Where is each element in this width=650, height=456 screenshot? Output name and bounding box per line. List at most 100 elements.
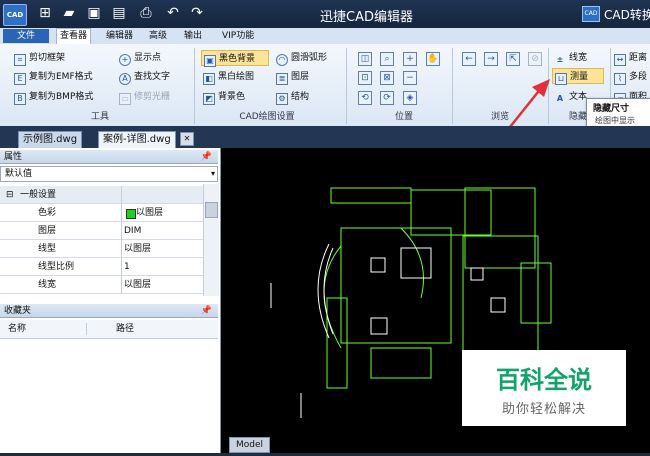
model-tab[interactable]: Model <box>229 437 271 453</box>
tab-editor[interactable]: 编辑器 <box>103 29 136 43</box>
copy-bmp-icon: B <box>14 93 26 105</box>
watermark-title: 百科全说 <box>496 366 592 394</box>
background-color-button[interactable]: ◩ 背景色 <box>203 89 245 105</box>
bw-drawing-button[interactable]: ◧ 黑白绘图 <box>203 69 254 85</box>
watermark: 百科全说 助你轻松解决 <box>462 350 626 426</box>
brand-text[interactable]: CAD转换 <box>604 6 650 23</box>
zoom-out-icon[interactable]: − <box>403 71 417 85</box>
distance-icon: ↔ <box>614 54 626 66</box>
distance-button[interactable]: ↔ 距离 <box>614 50 647 66</box>
doc-tab-example[interactable]: 示例图.dwg <box>18 131 83 148</box>
cad-white-block <box>400 247 432 279</box>
zoom-in-icon[interactable]: + <box>403 52 417 66</box>
scrollbar-thumb[interactable] <box>205 202 218 218</box>
ribbon-tab-bar: 文件 查看器 编辑器 高级 输出 VIP功能 <box>0 28 650 45</box>
favorites-header: 收藏夹 📌 <box>0 304 218 318</box>
doc-tab-case-detail[interactable]: 案例-详图.dwg <box>98 131 176 148</box>
crop-frame-button[interactable]: ⌗ 剪切框架 <box>14 50 65 66</box>
redo-icon[interactable]: ↷ <box>189 5 205 21</box>
save-as-icon[interactable]: ▤ <box>111 5 127 21</box>
copy-emf-button[interactable]: E 复制为EMF格式 <box>14 69 93 85</box>
new-icon[interactable]: ⊞ <box>37 5 53 21</box>
color-swatch <box>126 209 136 219</box>
line-width-button[interactable]: ± 线宽 <box>554 50 587 66</box>
save-icon[interactable]: ▣ <box>86 5 102 21</box>
cad-white-block <box>370 257 386 273</box>
property-row[interactable]: 线型比例 1 <box>0 258 203 276</box>
export-view-icon[interactable]: ⇱ <box>506 52 520 66</box>
cad-room <box>464 187 536 269</box>
tab-file[interactable]: 文件 <box>3 29 49 43</box>
cad-room <box>462 235 539 355</box>
tab-vip[interactable]: VIP功能 <box>219 29 257 43</box>
trim-raster-button[interactable]: ▭ 修剪光栅 <box>119 89 170 105</box>
properties-combo[interactable]: 默认值 ▾ <box>0 166 218 182</box>
tab-viewer[interactable]: 查看器 <box>56 28 92 45</box>
tab-advanced[interactable]: 高级 <box>146 29 170 43</box>
structure-icon: ⚙ <box>276 93 288 105</box>
find-text-icon: A <box>119 73 131 85</box>
copy-bmp-button[interactable]: B 复制为BMP格式 <box>14 89 93 105</box>
print-icon[interactable]: ⎙ <box>138 5 154 21</box>
property-row[interactable]: 色彩 以图层 <box>0 204 203 222</box>
copy-emf-icon: E <box>14 73 26 85</box>
show-points-button[interactable]: + 显示点 <box>119 50 161 66</box>
view-3d-icon[interactable]: ◈ <box>403 91 417 105</box>
next-arrow-icon[interactable]: → <box>484 52 498 66</box>
group-label-tools: 工具 <box>90 112 109 122</box>
smooth-arc-button[interactable]: ◠ 圆滑弧形 <box>276 50 327 66</box>
find-text-button[interactable]: A 查找文字 <box>119 69 170 85</box>
properties-scrollbar[interactable] <box>203 184 219 296</box>
favorites-column-header: 名称 路径 <box>0 320 218 339</box>
ribbon-separator <box>452 48 453 124</box>
watermark-subtitle: 助你轻松解决 <box>501 402 586 417</box>
layers-button[interactable]: ≣ 图层 <box>276 69 309 85</box>
black-background-toggle[interactable]: ▣ 黑色背景 <box>201 50 269 67</box>
close-tab-icon[interactable]: ✕ <box>180 132 194 146</box>
ribbon-separator <box>346 48 347 124</box>
prev-arrow-icon[interactable]: ← <box>462 52 476 66</box>
pan-hand-icon[interactable]: ✋ <box>426 52 440 66</box>
property-row[interactable]: 线型 以图层 <box>0 240 203 258</box>
smooth-arc-icon: ◠ <box>276 54 288 66</box>
cad-room <box>330 187 412 204</box>
tooltip-description: 绘图中显示 <box>595 116 635 125</box>
app-logo[interactable]: CAD <box>3 4 27 26</box>
properties-header: 属性 📌 <box>0 150 218 164</box>
tab-output[interactable]: 输出 <box>181 29 205 43</box>
bw-drawing-icon: ◧ <box>203 73 215 85</box>
tooltip-title: 隐藏尺寸 <box>593 104 630 114</box>
fit-window-icon[interactable]: ◫ <box>358 52 372 66</box>
cad-room <box>370 347 432 379</box>
property-row[interactable]: 线宽 以图层 <box>0 276 203 294</box>
structure-button[interactable]: ⚙ 结构 <box>276 89 309 105</box>
polyline-icon: ⌇ <box>614 73 626 85</box>
show-points-icon: + <box>119 54 131 66</box>
brand-logo: CAD <box>582 6 600 22</box>
property-category[interactable]: ⊟ 一般设置 <box>0 186 203 204</box>
document-tab-bar: 示例图.dwg 案例-详图.dwg ✕ <box>0 126 650 148</box>
cad-white-block <box>370 317 388 335</box>
disabled-browse-icon[interactable]: ⊘ <box>528 52 542 66</box>
line-width-icon: ± <box>556 55 564 64</box>
background-color-icon: ◩ <box>203 93 215 105</box>
polyline-button[interactable]: ⌇ 多段 <box>614 69 647 85</box>
undo-icon[interactable]: ↶ <box>165 5 181 21</box>
group-label-position: 位置 <box>394 112 413 122</box>
chevron-down-icon[interactable]: ▾ <box>211 167 215 181</box>
collapse-icon[interactable]: ⊟ <box>6 186 14 204</box>
window-title: 迅捷CAD编辑器 <box>320 10 413 25</box>
orbit-icon[interactable]: ⟲ <box>358 91 372 105</box>
view-extents-icon[interactable]: ⊡ <box>358 71 372 85</box>
rotate-icon[interactable]: ⟳ <box>380 91 394 105</box>
open-icon[interactable]: ▰ <box>61 5 77 21</box>
zoom-window-icon[interactable]: ⌕ <box>380 52 394 66</box>
property-row[interactable]: 图层 DIM <box>0 222 203 240</box>
cad-room <box>520 262 552 324</box>
pin-icon[interactable]: 📌 <box>201 150 212 164</box>
pin-icon[interactable]: 📌 <box>201 304 212 318</box>
view-all-icon[interactable]: ⊠ <box>380 71 394 85</box>
group-label-cad-settings: CAD绘图设置 <box>239 112 295 122</box>
cad-hall <box>340 227 452 344</box>
title-bar: CAD ⊞ ▰ ▣ ▤ ⎙ ↶ ↷ 迅捷CAD编辑器 CAD CAD转换 <box>0 0 650 28</box>
